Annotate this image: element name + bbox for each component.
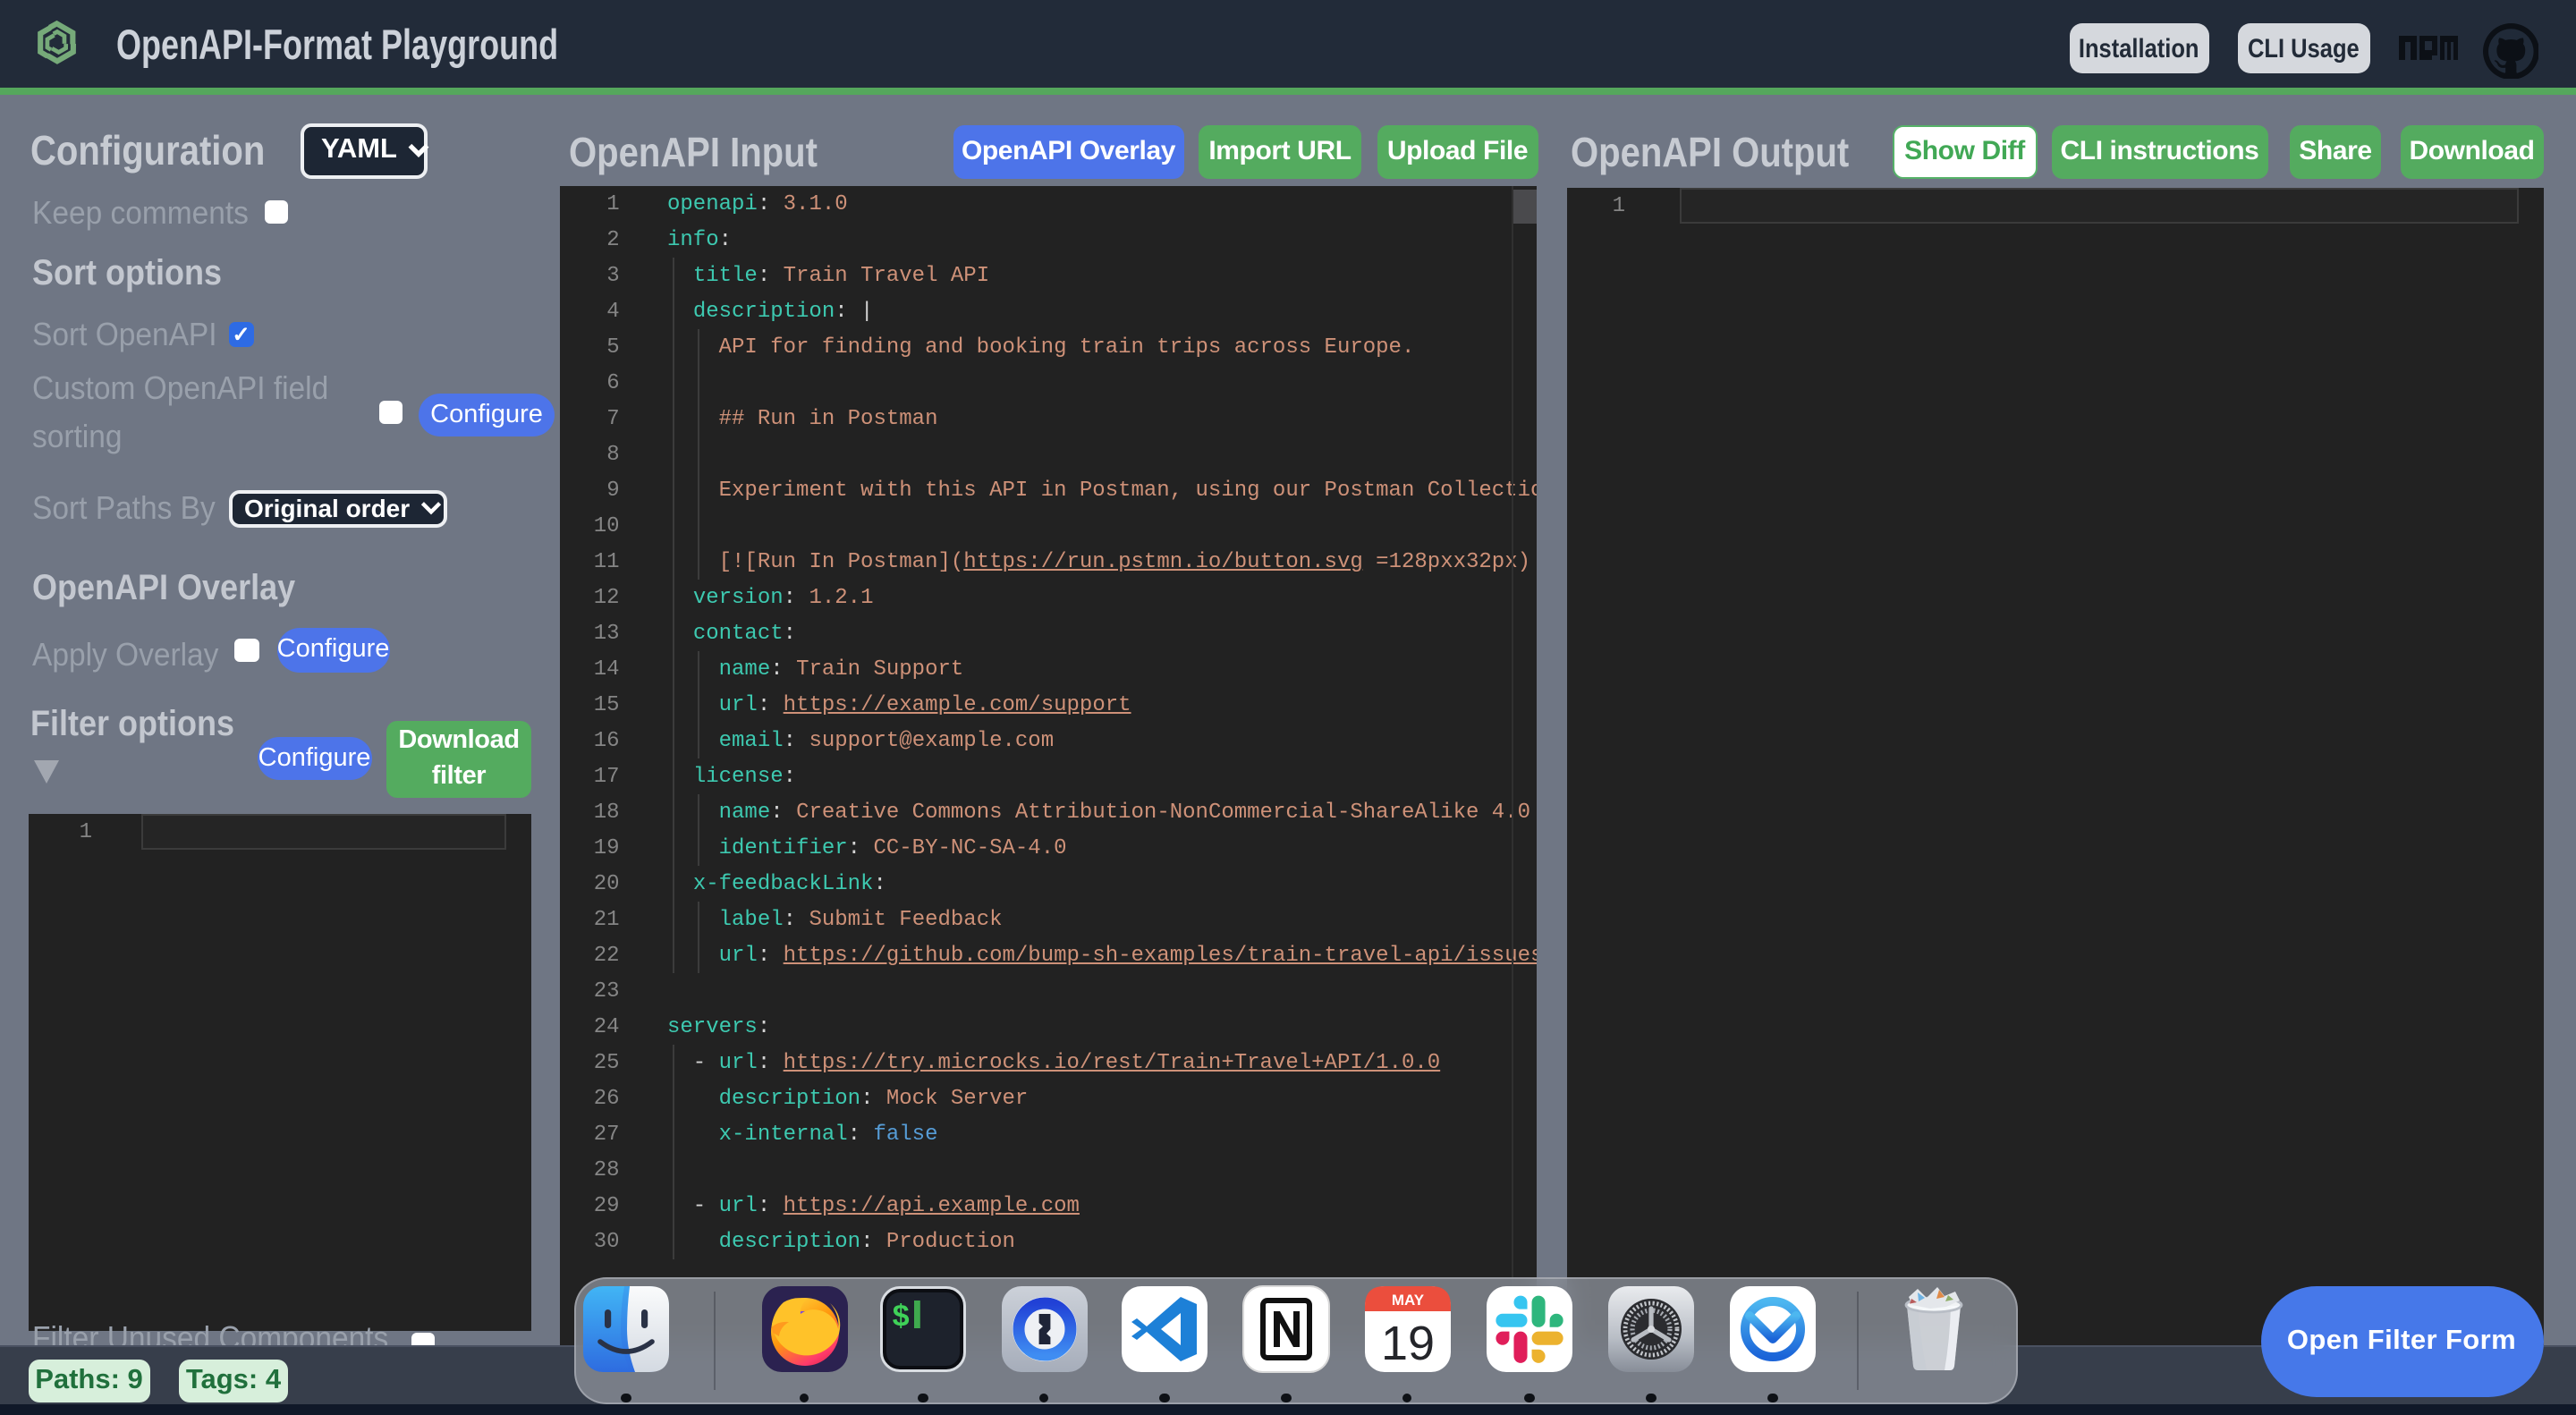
svg-text:19: 19	[1380, 1317, 1434, 1370]
svg-text:$: $	[892, 1301, 910, 1335]
svg-text:MAY: MAY	[1391, 1292, 1424, 1309]
